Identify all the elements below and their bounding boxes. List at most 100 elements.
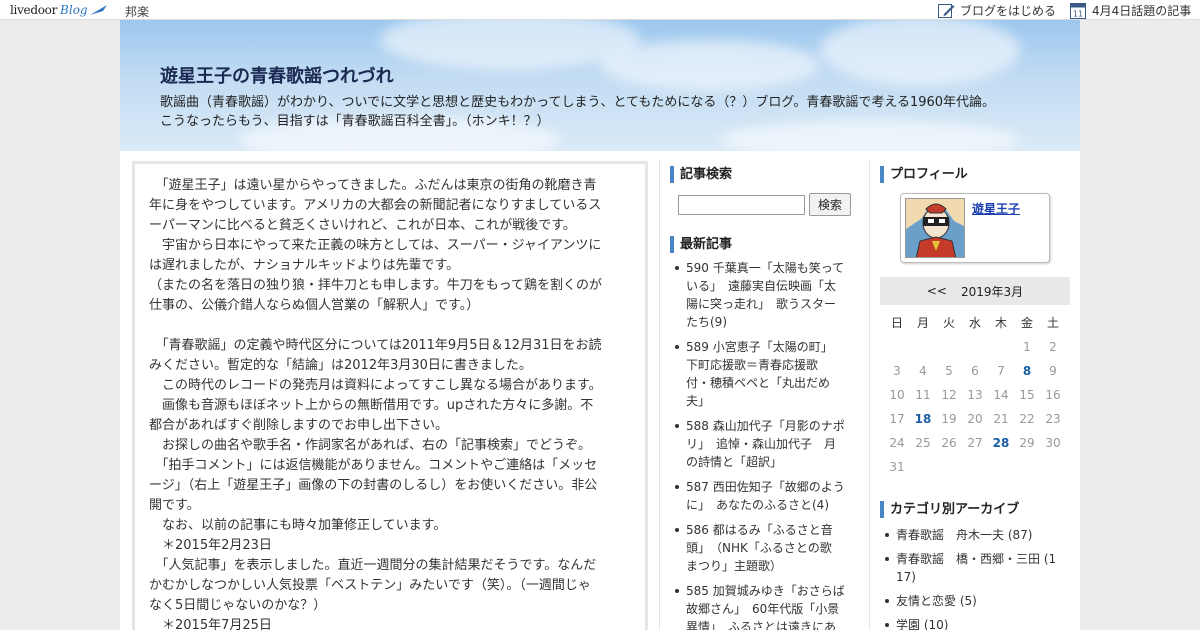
right-sidebar: プロフィール 遊星王子 << 2019年3月 日 月 火 水 木 金 土 1 2… — [880, 166, 1070, 630]
archive-category-link[interactable]: 友情と恋愛 (5) — [880, 592, 1070, 610]
calendar-day: 27 — [967, 436, 983, 450]
recent-article-text: 585 加賀城みゆき「おさらば — [686, 584, 845, 598]
logo-text: livedoor — [10, 3, 58, 17]
recent-article-link[interactable]: 590 千葉真一「太陽も笑って いる」 遠藤実自伝映画「太 陽に突っ走れ」 歌うスタ… — [670, 259, 860, 331]
archive-category-link[interactable]: 青春歌謡 舟木一夫 (87) — [880, 526, 1070, 544]
blog-description: 歌謡曲（青春歌謡）がわかり、ついでに文学と思想と歴史もわかってしまう、とてもため… — [160, 93, 1070, 131]
intro-article: 「遊星王子」は遠い星からやってきました。ふだんは東京の街角の靴磨き青 年に身をやつ… — [132, 161, 648, 630]
article-line: 「拍手コメント」には返信機能がありません。コメントやご連絡は「メッセ — [149, 458, 598, 473]
calendar-icon: 11 — [1070, 3, 1086, 19]
recent-article-text: 下町応援歌＝青春応援歌 — [686, 358, 819, 372]
calendar-day: 11 — [915, 388, 931, 402]
calendar-day: 26 — [941, 436, 957, 450]
category-link[interactable]: 邦楽 — [125, 3, 149, 20]
article-line: なく5日間じゃないのかな？） — [149, 598, 327, 613]
article-line: （またの名を落日の独り狼・拝牛刀とも申します。牛刀をもって鶏を割くのが — [149, 278, 603, 293]
recent-article-link[interactable]: 586 都はるみ「ふるさと音 頭」 （NHK「ふるさとの歌 まつり」主題歌） — [670, 521, 860, 575]
article-line: ージ」（右上「遊星王子」画像の下の封書のしるし）をお使いください。非公 — [149, 478, 598, 493]
avatar[interactable] — [905, 198, 965, 258]
article-line: 年に身をやつしています。アメリカの大都会の新聞記者になりすましているス — [149, 198, 602, 213]
calendar-empty-cell — [936, 335, 962, 359]
calendar-day: 30 — [1045, 436, 1061, 450]
calendar-weekday: 水 — [968, 316, 981, 330]
article-line: ＊2015年2月23日 — [149, 538, 272, 553]
calendar-weekday: 土 — [1046, 316, 1059, 330]
search-heading: 記事検索 — [670, 166, 860, 183]
calendar-day[interactable]: 8 — [1014, 359, 1040, 383]
calendar-empty-cell — [910, 335, 936, 359]
calendar-day: 23 — [1045, 412, 1061, 426]
article-line — [149, 316, 635, 336]
article-line: この時代のレコードの発売月は資料によってすこし異なる場合があります。 — [149, 378, 602, 393]
calendar-day[interactable]: 28 — [988, 431, 1014, 455]
calendar-prev-link[interactable]: << — [927, 284, 947, 298]
recent-article-text: の詩情と「超訳」 — [686, 455, 783, 469]
archive-category-text: 友情と恋愛 (5) — [896, 594, 977, 608]
calendar-day: 20 — [967, 412, 983, 426]
article-line: 都合があればすぐ削除しますのでお申し出下さい。 — [149, 418, 449, 433]
blog-header: 遊星王子の青春歌謡つれづれ 歌謡曲（青春歌謡）がわかり、ついでに文学と思想と歴史… — [120, 20, 1080, 151]
calendar-weekday: 月 — [916, 316, 929, 330]
blog-title[interactable]: 遊星王子の青春歌謡つれづれ — [160, 62, 394, 88]
archive-category-text: 17) — [896, 570, 916, 584]
calendar-day: 15 — [1019, 388, 1035, 402]
search-input[interactable] — [678, 194, 805, 215]
recent-articles: 最新記事 590 千葉真一「太陽も笑って いる」 遠藤実自伝映画「太 陽に突っ走れ」… — [670, 236, 860, 630]
recent-article-text: 陽に突っ走れ」 歌うスター — [686, 297, 837, 311]
article-line: かむかしなつかしい人気投票「ベストテン」みたいです（笑）。（一週間じゃ — [149, 578, 591, 593]
topic-articles-link[interactable]: 11 4月4日話題の記事 — [1070, 2, 1191, 19]
recent-article-text: 587 西田佐知子「故郷のよう — [686, 480, 845, 494]
calendar-widget: << 2019年3月 日月火水木金土 1 2 3 4 5 6 7 8 9 10 11 12 13 14 15 1… — [880, 277, 1070, 479]
article-body: 「遊星王子」は遠い星からやってきました。ふだんは東京の街角の靴磨き青 年に身をやつ… — [135, 164, 645, 630]
recent-article-text: リ」 追悼・森山加代子 月 — [686, 437, 837, 451]
start-blog-label: ブログをはじめる — [960, 4, 1057, 18]
calendar-day: 14 — [993, 388, 1009, 402]
livedoor-blog-logo[interactable]: livedoor Blog — [10, 2, 109, 18]
logo-blog-text: Blog — [60, 3, 88, 17]
recent-article-link[interactable]: 589 小宮恵子「太陽の町」 下町応援歌＝青春応援歌 付・穂積ペペと「丸出だめ 夫」 — [670, 338, 860, 410]
recent-article-text: 588 森山加代子「月影のナポ — [686, 419, 845, 433]
archive-category-link[interactable]: 学園 (10) — [880, 616, 1070, 630]
recent-article-text: 夫」 — [686, 394, 711, 408]
recent-article-text: たち(9) — [686, 315, 727, 329]
article-line: 画像も音源もほぼネット上からの無断借用です。upされた方々に多謝。不 — [149, 398, 594, 413]
recent-article-link[interactable]: 585 加賀城みゆき「おさらば 故郷さん」 60年代版「小景異情」 ふるさとは遠き… — [670, 582, 860, 630]
pencil-edit-icon — [938, 3, 955, 18]
archive-category-text: 学園 (10) — [896, 618, 949, 630]
recent-heading: 最新記事 — [670, 236, 860, 253]
article-line: 「青春歌謡」の定義や時代区分については2011年9月5日＆12月31日をお読 — [149, 338, 602, 353]
article-line: 「人気記事」を表示しました。直近一週間分の集計結果だそうです。なんだ — [149, 558, 597, 573]
article-line: 「遊星王子」は遠い星からやってきました。ふだんは東京の街角の靴磨き青 — [149, 178, 597, 193]
recent-article-text: まつり」主題歌） — [686, 559, 783, 573]
article-search: 検索 — [678, 193, 860, 216]
calendar-day: 7 — [997, 364, 1005, 378]
blog-description-line: 歌謡曲（青春歌謡）がわかり、ついでに文学と思想と歴史もわかってしまう、とてもため… — [160, 95, 996, 110]
calendar-day: 16 — [1045, 388, 1061, 402]
profile-name-link[interactable]: 遊星王子 — [972, 200, 1020, 217]
article-line: ＊2015年7月25日 — [149, 618, 272, 630]
article-line: 仕事の、公儀介錯人ならぬ個人営業の「解釈人」です。） — [149, 298, 480, 313]
calendar-day[interactable]: 18 — [910, 407, 936, 431]
archive-category-link[interactable]: 青春歌謡 橋・西郷・三田 (1 17) — [880, 550, 1070, 586]
calendar-empty-cell — [884, 335, 910, 359]
calendar-weekday: 火 — [942, 316, 955, 330]
recent-article-link[interactable]: 588 森山加代子「月影のナポ リ」 追悼・森山加代子 月の詩情と「超訳」 — [670, 417, 860, 471]
recent-article-text: 586 都はるみ「ふるさと音 — [686, 523, 833, 537]
calendar-grid: 日月火水木金土 1 2 3 4 5 6 7 8 9 10 11 12 13 14 15 16 17 18 19 20 21… — [884, 311, 1070, 479]
search-button[interactable]: 検索 — [809, 193, 851, 216]
calendar-day: 13 — [967, 388, 983, 402]
article-line: 宇宙から日本にやって来た正義の味方としては、スーパー・ジャイアンツに — [149, 238, 602, 253]
recent-article-link[interactable]: 587 西田佐知子「故郷のよう に」 あなたのふるさと(4) — [670, 478, 860, 514]
start-blog-link[interactable]: ブログをはじめる — [938, 2, 1056, 19]
category-archive: カテゴリ別アーカイブ 青春歌謡 舟木一夫 (87) 青春歌謡 橋・西郷・三田 (1… — [880, 501, 1070, 630]
calendar-day: 17 — [889, 412, 905, 426]
article-line: なお、以前の記事にも時々加筆修正しています。 — [149, 518, 447, 533]
recent-article-text: 故郷さん」 60年代版「小景 — [686, 602, 840, 616]
calendar-day: 22 — [1019, 412, 1035, 426]
calendar-day: 29 — [1019, 436, 1035, 450]
recent-article-text: 590 千葉真一「太陽も笑って — [686, 261, 845, 275]
yusei-oji-avatar-icon — [906, 199, 964, 257]
blog-container: 遊星王子の青春歌謡つれづれ 歌謡曲（青春歌謡）がわかり、ついでに文学と思想と歴史… — [120, 20, 1080, 630]
recent-article-text: 異情」 ふるさとは遠きにあ — [686, 620, 837, 630]
calendar-day: 3 — [893, 364, 901, 378]
